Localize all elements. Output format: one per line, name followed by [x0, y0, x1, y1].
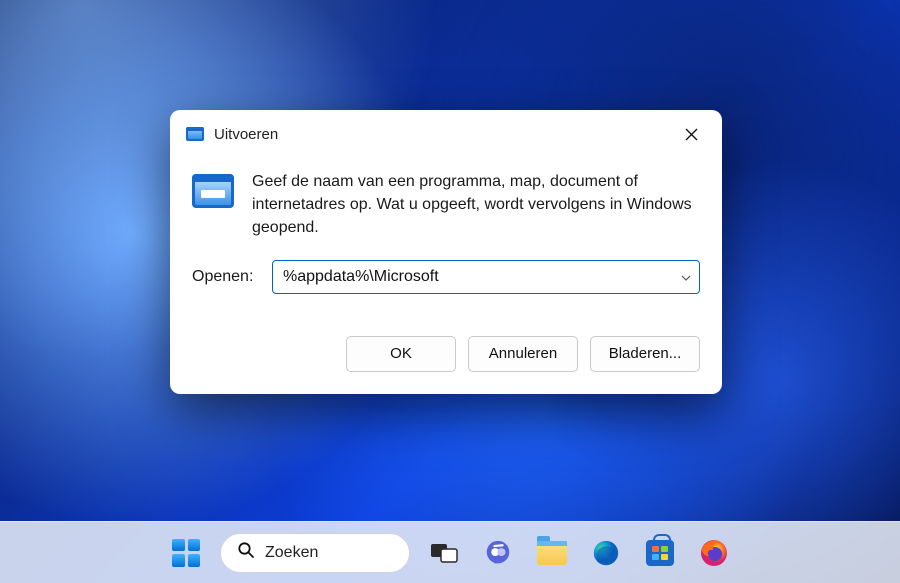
desktop-wallpaper: Uitvoeren Geef de naam van een programma…: [0, 0, 900, 583]
edge-button[interactable]: [586, 533, 626, 573]
start-button[interactable]: [166, 533, 206, 573]
run-icon: [192, 174, 234, 208]
microsoft-store-button[interactable]: [640, 533, 680, 573]
firefox-icon: [698, 537, 730, 569]
description-row: Geef de naam van een programma, map, doc…: [192, 170, 700, 240]
taskbar-search[interactable]: Zoeken: [220, 533, 410, 573]
dialog-description: Geef de naam van een programma, map, doc…: [252, 170, 700, 240]
firefox-button[interactable]: [694, 533, 734, 573]
chat-icon: [483, 538, 513, 568]
file-explorer-button[interactable]: [532, 533, 572, 573]
ok-button[interactable]: OK: [346, 336, 456, 372]
run-dialog: Uitvoeren Geef de naam van een programma…: [170, 110, 722, 394]
file-explorer-icon: [537, 541, 567, 565]
microsoft-store-icon: [646, 540, 674, 566]
taskbar: Zoeken: [0, 521, 900, 583]
open-input[interactable]: [273, 261, 699, 293]
dialog-body: Geef de naam van een programma, map, doc…: [170, 154, 722, 326]
close-icon: [685, 128, 698, 141]
windows-start-icon: [172, 539, 200, 567]
task-view-button[interactable]: [424, 533, 464, 573]
open-label: Openen:: [192, 268, 262, 286]
edge-icon: [591, 538, 621, 568]
run-title-icon: [186, 127, 204, 141]
chat-button[interactable]: [478, 533, 518, 573]
task-view-icon: [430, 541, 458, 565]
open-combobox[interactable]: [272, 260, 700, 294]
search-icon: [237, 541, 255, 564]
window-title: Uitvoeren: [214, 126, 664, 143]
browse-button[interactable]: Bladeren...: [590, 336, 700, 372]
close-button[interactable]: [674, 120, 708, 148]
titlebar: Uitvoeren: [170, 110, 722, 154]
open-row: Openen:: [192, 260, 700, 294]
button-row: OK Annuleren Bladeren...: [170, 326, 722, 394]
search-label: Zoeken: [265, 544, 318, 562]
cancel-button[interactable]: Annuleren: [468, 336, 578, 372]
